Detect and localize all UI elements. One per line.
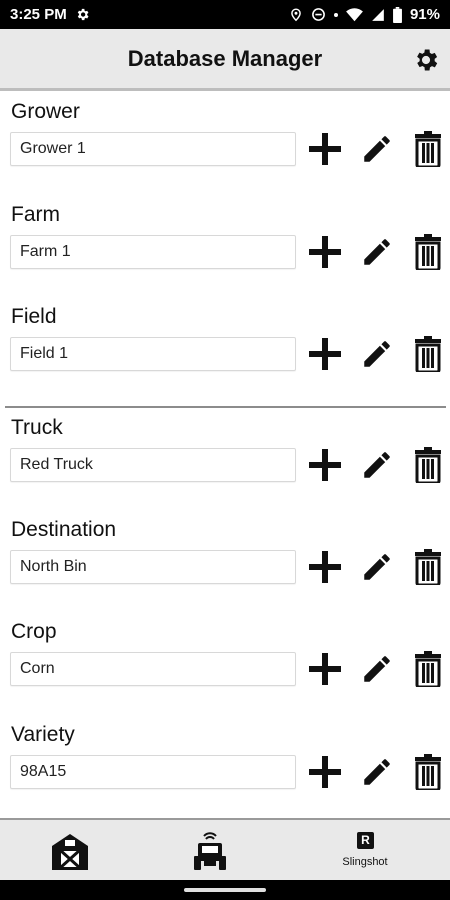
add-destination-button[interactable] [307, 548, 343, 586]
pencil-icon [364, 452, 390, 478]
pencil-icon [364, 656, 390, 682]
trash-icon [415, 131, 441, 167]
nav-slingshot[interactable]: R Slingshot [320, 820, 410, 880]
crop-field[interactable]: Corn [10, 652, 296, 686]
plus-icon [309, 551, 341, 583]
delete-variety-button[interactable] [410, 753, 446, 791]
plus-icon [309, 338, 341, 370]
plus-icon [309, 756, 341, 788]
truck-field[interactable]: Red Truck [10, 448, 296, 482]
nav-label-slingshot: Slingshot [342, 856, 388, 868]
status-right: 91% [289, 6, 440, 23]
pencil-icon [364, 341, 390, 367]
trash-icon [415, 651, 441, 687]
grower-field[interactable]: Grower 1 [10, 132, 296, 166]
delete-destination-button[interactable] [410, 548, 446, 586]
edit-crop-button[interactable] [359, 650, 395, 688]
crop-label: Crop [11, 620, 57, 643]
edit-grower-button[interactable] [359, 130, 395, 168]
settings-button[interactable] [412, 46, 440, 74]
pencil-icon [364, 554, 390, 580]
destination-label: Destination [11, 518, 117, 541]
battery-icon [393, 6, 402, 23]
add-grower-button[interactable] [307, 130, 343, 168]
nav-barn[interactable] [40, 820, 100, 880]
grower-label: Grower [11, 100, 80, 123]
plus-icon [309, 653, 341, 685]
farm-field[interactable]: Farm 1 [10, 235, 296, 269]
section-divider [5, 406, 446, 408]
dot-icon [333, 12, 338, 17]
pencil-icon [364, 759, 390, 785]
add-farm-button[interactable] [307, 233, 343, 271]
trash-icon [415, 549, 441, 585]
status-bar: 3:25 PM 91% [0, 0, 450, 29]
pencil-icon [364, 239, 390, 265]
field-label: Field [11, 305, 57, 328]
battery-level: 91% [409, 6, 440, 23]
truck-label: Truck [11, 416, 63, 439]
delete-field-button[interactable] [410, 335, 446, 373]
pencil-icon [364, 136, 390, 162]
home-indicator[interactable] [184, 888, 266, 892]
edit-destination-button[interactable] [359, 548, 395, 586]
barn-icon [52, 834, 88, 870]
plus-icon [309, 236, 341, 268]
trash-icon [415, 234, 441, 270]
system-nav-bar [0, 880, 450, 900]
signal-icon [372, 8, 384, 21]
variety-field[interactable]: 98A15 [10, 755, 296, 789]
plus-icon [309, 449, 341, 481]
bottom-nav: R Slingshot [0, 818, 450, 880]
delete-grower-button[interactable] [410, 130, 446, 168]
destination-field[interactable]: North Bin [10, 550, 296, 584]
field-field[interactable]: Field 1 [10, 337, 296, 371]
add-truck-button[interactable] [307, 446, 343, 484]
variety-label: Variety [11, 723, 75, 746]
plus-icon [309, 133, 341, 165]
slingshot-icon: R [357, 832, 374, 849]
edit-farm-button[interactable] [359, 233, 395, 271]
trash-icon [415, 336, 441, 372]
status-left: 3:25 PM [10, 6, 90, 23]
add-variety-button[interactable] [307, 753, 343, 791]
wifi-icon [346, 7, 363, 21]
gear-icon [77, 8, 89, 21]
delete-crop-button[interactable] [410, 650, 446, 688]
edit-field-button[interactable] [359, 335, 395, 373]
delete-farm-button[interactable] [410, 233, 446, 271]
trash-icon [415, 447, 441, 483]
app-header: Database Manager [0, 29, 450, 91]
tractor-icon [194, 832, 226, 870]
edit-variety-button[interactable] [359, 753, 395, 791]
add-field-button[interactable] [307, 335, 343, 373]
farm-label: Farm [11, 203, 60, 226]
status-time: 3:25 PM [10, 6, 67, 23]
trash-icon [415, 754, 441, 790]
edit-truck-button[interactable] [359, 446, 395, 484]
nav-tractor[interactable] [180, 820, 240, 880]
gear-icon [417, 49, 438, 71]
dnd-icon [312, 8, 325, 21]
location-icon [291, 7, 301, 21]
page-title: Database Manager [127, 46, 323, 71]
delete-truck-button[interactable] [410, 446, 446, 484]
add-crop-button[interactable] [307, 650, 343, 688]
